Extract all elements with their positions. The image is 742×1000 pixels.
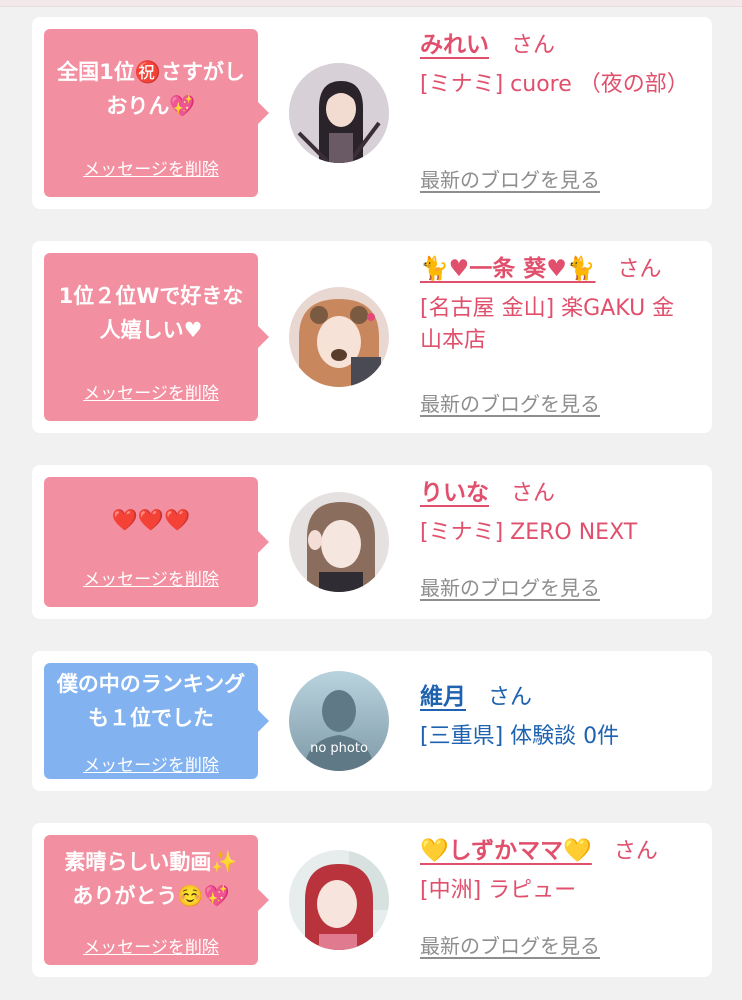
latest-blog-link[interactable]: 最新のブログを見る [420, 930, 600, 962]
honorific: さん [488, 685, 533, 710]
shop-text: [中洲] ラピュー [420, 878, 577, 903]
message-bubble: ❤️❤️❤️ メッセージを削除 [44, 477, 269, 607]
member-info: 維月 さん [三重県] 体験談 0件 [420, 681, 702, 753]
member-info: 💛しずかママ💛 さん [中洲] ラピュー 最新のブログを見る [420, 835, 702, 958]
member-info: りいな さん [ミナミ] ZERO NEXT 最新のブログを見る [420, 477, 702, 600]
honorific: さん [613, 839, 658, 864]
shop-text: [ミナミ] ZERO NEXT [420, 520, 638, 545]
message-text: ❤️❤️❤️ [111, 508, 191, 532]
honorific: さん [617, 257, 662, 282]
delete-message-link[interactable]: メッセージを削除 [44, 755, 258, 777]
member-info: 🐈♥一条 葵♥🐈 さん [名古屋 金山] 楽GAKU 金山本店 最新のブログを見る [420, 253, 702, 416]
delete-message-link[interactable]: メッセージを削除 [44, 383, 258, 405]
message-bubble: 1位２位Wで好きな人嬉しい♥ メッセージを削除 [44, 253, 269, 421]
shop-text: [三重県] 体験談 0件 [420, 724, 620, 749]
member-name-link[interactable]: 維月 [420, 684, 466, 710]
avatar[interactable] [289, 850, 389, 950]
message-text: 僕の中のランキングも１位でした [56, 672, 246, 730]
message-card: 素晴らしい動画✨ありがとう☺️💖 メッセージを削除 💛しずかママ💛 さん [中洲]… [32, 823, 712, 977]
message-text: 1位２位Wで好きな人嬉しい♥ [58, 284, 244, 342]
top-divider [0, 0, 742, 7]
message-text: 素晴らしい動画✨ありがとう☺️💖 [64, 850, 238, 908]
member-name-link[interactable]: りいな [420, 480, 489, 506]
no-photo-label: no photo [310, 741, 368, 756]
latest-blog-link[interactable]: 最新のブログを見る [420, 388, 600, 420]
honorific: さん [511, 481, 556, 506]
delete-message-link[interactable]: メッセージを削除 [44, 569, 258, 591]
member-name-link[interactable]: 💛しずかママ💛 [420, 838, 592, 864]
message-card: ❤️❤️❤️ メッセージを削除 りいな さん [ミナミ] ZERO NEXT 最新… [32, 465, 712, 619]
avatar[interactable] [289, 63, 389, 163]
member-name-link[interactable]: みれい [420, 32, 489, 58]
message-bubble: 僕の中のランキングも１位でした メッセージを削除 [44, 663, 269, 779]
member-name-link[interactable]: 🐈♥一条 葵♥🐈 [420, 256, 596, 282]
delete-message-link[interactable]: メッセージを削除 [44, 937, 258, 959]
message-bubble: 全国1位㊗️さすがしおりん💖 メッセージを削除 [44, 29, 269, 197]
latest-blog-link[interactable]: 最新のブログを見る [420, 572, 600, 604]
latest-blog-link[interactable]: 最新のブログを見る [420, 164, 600, 196]
message-card: 1位２位Wで好きな人嬉しい♥ メッセージを削除 🐈♥一条 葵♥🐈 さん [名古屋 … [32, 241, 712, 433]
honorific: さん [511, 33, 556, 58]
message-card: 全国1位㊗️さすがしおりん💖 メッセージを削除 みれい さん [ミナミ] cuor… [32, 17, 712, 209]
shop-text: [ミナミ] cuore （夜の部） [420, 72, 689, 97]
avatar[interactable] [289, 492, 389, 592]
avatar[interactable]: no photo [289, 671, 389, 771]
message-bubble: 素晴らしい動画✨ありがとう☺️💖 メッセージを削除 [44, 835, 269, 965]
message-card: 僕の中のランキングも１位でした メッセージを削除 no photo 維月 さん [… [32, 651, 712, 791]
avatar[interactable] [289, 287, 389, 387]
shop-text: [名古屋 金山] 楽GAKU 金山本店 [420, 296, 675, 353]
delete-message-link[interactable]: メッセージを削除 [44, 159, 258, 181]
message-text: 全国1位㊗️さすがしおりん💖 [57, 60, 245, 118]
member-info: みれい さん [ミナミ] cuore （夜の部） 最新のブログを見る [420, 29, 702, 192]
